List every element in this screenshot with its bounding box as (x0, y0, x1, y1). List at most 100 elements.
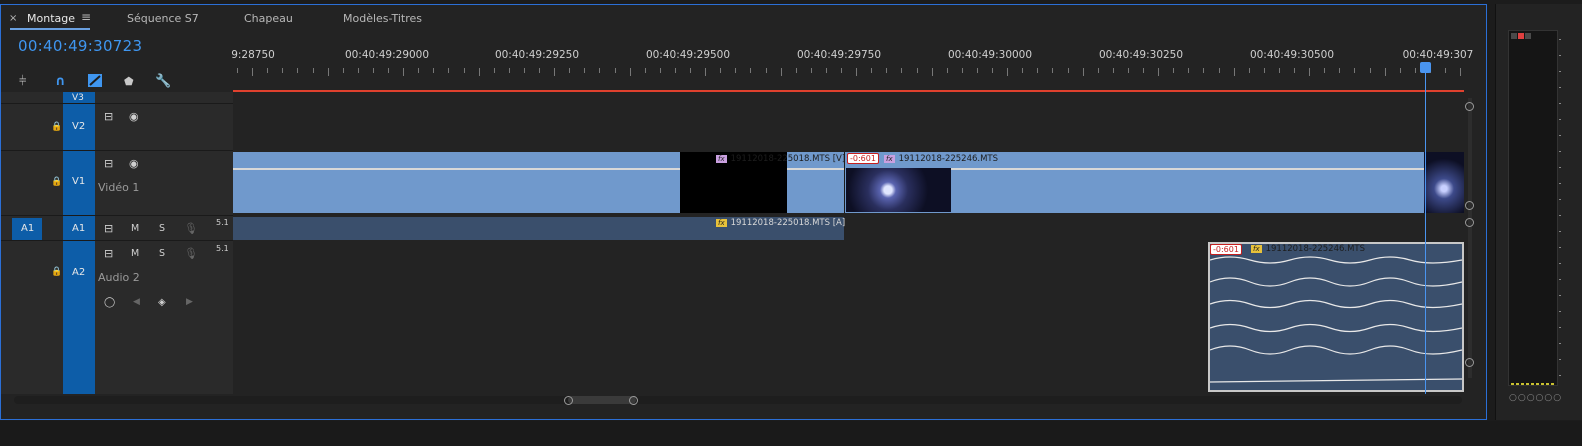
ruler-tick (342, 68, 344, 73)
fx-badge: fx (1251, 245, 1262, 253)
ruler-tick (1218, 68, 1220, 73)
video-thumbnail-end (1424, 152, 1464, 213)
ruler-tick (372, 68, 374, 73)
next-keyframe-icon[interactable]: ▶ (186, 297, 193, 307)
playhead-timecode[interactable]: 00:40:49:30723 (18, 37, 142, 55)
ruler-tick (1082, 68, 1084, 76)
ruler-tick (720, 68, 722, 73)
scroll-knob[interactable] (1465, 102, 1474, 111)
lock-icon[interactable]: 🔒 (51, 177, 62, 187)
panel-menu-icon[interactable]: ≡ (81, 10, 91, 24)
ruler-tick (1067, 68, 1069, 73)
ruler-label: 00:40:49:30500 (1249, 49, 1335, 61)
bottom-area (0, 421, 1582, 446)
tab-bar: × Montage ≡ Séquence S7 Chapeau Modèles-… (1, 5, 1486, 31)
ruler-tick (1203, 68, 1205, 73)
playhead-line[interactable] (1425, 64, 1426, 394)
microphone-icon[interactable]: 🎙 (184, 247, 198, 260)
mute-button[interactable]: M (131, 223, 139, 234)
horizontal-scrollbar[interactable] (14, 396, 1462, 404)
track-v2-label[interactable]: V2 (72, 121, 85, 132)
ruler-tick (1339, 68, 1341, 73)
vertical-scrollbar[interactable] (1468, 98, 1472, 378)
scroll-knob[interactable] (1465, 358, 1474, 367)
ruler-tick (690, 68, 691, 73)
ruler-tick (357, 68, 359, 73)
eye-icon[interactable]: ◉ (129, 157, 139, 170)
lock-icon[interactable]: 🔒 (51, 122, 62, 132)
add-marker-icon[interactable]: ⬟ (124, 75, 134, 88)
ruler-tick (282, 68, 284, 73)
ruler-tick (1369, 68, 1371, 73)
previous-keyframe-icon[interactable]: ◀ (133, 297, 140, 307)
ruler-tick (327, 68, 329, 76)
ruler-tick (418, 68, 420, 73)
track-name-audio-2: Audio 2 (98, 271, 140, 284)
zoom-scroll-thumb[interactable] (568, 396, 636, 404)
track-v1-label[interactable]: V1 (72, 176, 85, 187)
linked-selection-icon[interactable] (88, 74, 102, 91)
clip-label-v1-left: fx 19112018-225018.MTS [V] (716, 154, 845, 164)
sync-lock-icon[interactable]: ⊟ (104, 157, 113, 170)
track-a1-label[interactable]: A1 (72, 223, 85, 234)
lock-icon[interactable]: 🔒 (51, 267, 62, 277)
scroll-knob[interactable] (1465, 201, 1474, 210)
sync-lock-icon[interactable]: ⊟ (104, 247, 113, 260)
solo-button[interactable]: S (159, 248, 165, 259)
ruler-tick (1324, 68, 1326, 73)
insert-nest-icon[interactable]: ⫩ (19, 74, 26, 89)
eye-icon[interactable]: ◉ (129, 110, 139, 123)
ruler-tick (1354, 68, 1356, 73)
meter-scale (1559, 39, 1561, 379)
playhead-handle[interactable] (1420, 62, 1431, 73)
ruler-tick (780, 68, 782, 76)
tab-sequence-s7[interactable]: Séquence S7 (127, 12, 199, 25)
keyframe-toggle-icon[interactable]: ◯ (104, 297, 115, 308)
track-area[interactable]: fx 19112018-225018.MTS [V] -0:601 fx 19112… (233, 92, 1464, 394)
ruler-tick (1052, 68, 1054, 73)
clip-label-a1: fx 19112018-225018.MTS [A] (716, 218, 845, 228)
scroll-knob[interactable] (1465, 218, 1474, 227)
ruler-tick (931, 68, 933, 76)
tab-chapeau[interactable]: Chapeau (244, 12, 293, 25)
ruler-tick (1309, 68, 1311, 76)
solo-button[interactable]: S (159, 223, 165, 234)
ruler-tick (886, 68, 888, 73)
track-target-column[interactable] (63, 92, 95, 394)
ruler-tick (508, 68, 510, 73)
audio-meter (1508, 30, 1561, 386)
ruler-tick (614, 68, 616, 73)
ruler-tick (448, 68, 450, 73)
snap-magnet-icon[interactable]: ∩ (55, 74, 66, 89)
duration-badge: -0:601 (847, 153, 879, 164)
sync-lock-icon[interactable]: ⊟ (104, 110, 113, 123)
ruler-label: 00:40:49:30000 (947, 49, 1033, 61)
ruler-tick (735, 68, 737, 73)
meter-peak (1525, 33, 1531, 39)
microphone-icon[interactable]: 🎙 (184, 222, 198, 235)
clip-label-a2: fx 19112018-225246.MTS (1251, 244, 1365, 254)
ruler-tick (765, 68, 767, 73)
track-v3-label[interactable]: V3 (72, 93, 84, 103)
add-keyframe-icon[interactable]: ◈ (158, 297, 166, 308)
time-ruler[interactable]: 9:28750 00:40:49:29000 00:40:49:29250 00… (231, 34, 1473, 90)
track-name-video-1: Vidéo 1 (98, 181, 140, 194)
ruler-label: 00:40:49:29250 (494, 49, 580, 61)
tab-montage[interactable]: Montage (27, 12, 75, 25)
close-tab-icon[interactable]: × (9, 13, 17, 24)
track-a2-label[interactable]: A2 (72, 267, 85, 278)
mute-button[interactable]: M (131, 248, 139, 259)
ruler-tick (1037, 68, 1039, 73)
meter-solo-buttons[interactable]: ○○○○○○ (1509, 393, 1562, 403)
ruler-tick (312, 68, 314, 73)
ruler-tick (795, 68, 797, 73)
source-patch-a1[interactable]: A1 (12, 218, 42, 240)
zoom-handle-right[interactable] (629, 396, 638, 405)
zoom-handle-left[interactable] (564, 396, 573, 405)
ruler-tick (388, 68, 389, 73)
ruler-tick (1263, 68, 1265, 73)
tab-modeles-titres[interactable]: Modèles-Titres (343, 12, 422, 25)
ruler-tick (1097, 68, 1099, 73)
sync-lock-icon[interactable]: ⊟ (104, 222, 113, 235)
wrench-settings-icon[interactable]: 🔧 (155, 74, 171, 89)
